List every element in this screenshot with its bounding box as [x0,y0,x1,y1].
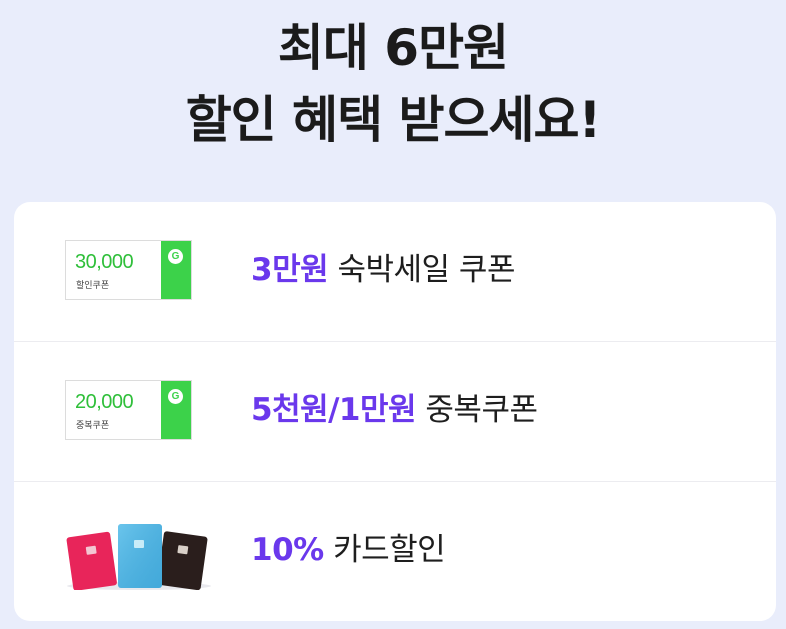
duplicate-coupon-image: 20,000 중복쿠폰 G [65,380,192,440]
coupon-amount: 30,000 [75,251,134,273]
coupon-amount: 20,000 [75,391,134,413]
benefit-description: 숙박세일 쿠폰 [337,252,515,288]
coupon-label: 할인쿠폰 [76,281,110,291]
benefit-highlight: 3만원 [251,252,329,288]
discount-coupon-image: 30,000 할인쿠폰 G [65,240,192,300]
benefit-description: 중복쿠폰 [425,392,538,428]
benefit-text: 10% 카드할인 [251,530,446,570]
coupon-stub: G [161,381,191,439]
g-logo-icon: G [168,389,183,404]
headline-line-2: 할인 혜택 받으세요! [185,91,602,149]
benefit-description: 카드할인 [333,532,446,568]
coupon-stub: G [161,241,191,299]
headline-line-1: 최대 6만원 [277,19,509,77]
coupon-label: 중복쿠폰 [76,421,110,431]
benefits-card: 30,000 할인쿠폰 G 3만원 숙박세일 쿠폰 20,000 중복쿠폰 G … [14,202,776,621]
benefit-row-stay-coupon: 30,000 할인쿠폰 G 3만원 숙박세일 쿠폰 [14,202,776,341]
benefit-text: 3만원 숙박세일 쿠폰 [251,250,515,290]
headline: 최대 6만원 할인 혜택 받으세요! [0,12,786,156]
benefit-row-duplicate-coupon: 20,000 중복쿠폰 G 5천원/1만원 중복쿠폰 [14,341,776,481]
benefit-row-card-discount: 10% 카드할인 [14,481,776,621]
credit-cards-icon [66,524,211,590]
benefit-highlight: 10% [251,532,324,568]
g-logo-icon: G [168,249,183,264]
benefit-highlight: 5천원/1만원 [251,392,417,428]
benefit-text: 5천원/1만원 중복쿠폰 [251,390,538,430]
